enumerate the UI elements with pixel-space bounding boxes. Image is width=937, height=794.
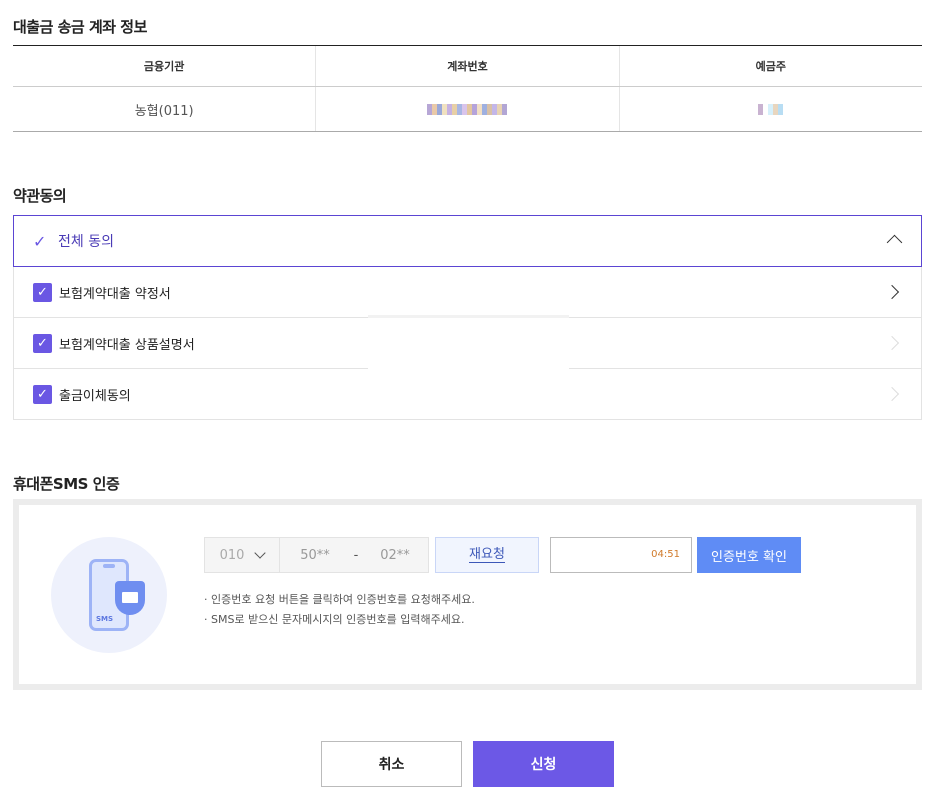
term-checkbox[interactable]: ✓ — [33, 282, 52, 302]
envelope-icon — [122, 592, 138, 603]
term-checkbox[interactable]: ✓ — [33, 333, 52, 353]
sms-section-title: 휴대폰SMS 인증 — [13, 475, 120, 493]
column-header: 금융기관 — [13, 46, 317, 86]
account-table-header: 금융기관 계좌번호 예금주 — [13, 46, 922, 87]
chevron-right-icon[interactable] — [884, 386, 900, 402]
phone-separator: - — [353, 547, 359, 563]
masked-account-number — [427, 103, 508, 115]
blank-overlay-panel — [368, 315, 569, 419]
terms-section-title: 약관동의 — [13, 187, 67, 205]
sms-note: · 인증번호 요청 버튼을 클릭하여 인증번호를 요청해주세요. — [204, 593, 475, 606]
term-item-loan-agreement[interactable]: ✓ 보험계약대출 약정서 — [13, 267, 922, 318]
chevron-up-icon[interactable] — [886, 234, 903, 251]
term-label: 보험계약대출 상품설명서 — [59, 337, 195, 353]
term-label: 보험계약대출 약정서 — [59, 286, 171, 302]
chevron-down-icon — [254, 547, 267, 559]
agree-all-label: 전체 동의 — [58, 234, 114, 250]
agree-all-toggle[interactable]: ✓ 전체 동의 — [13, 215, 922, 267]
term-checkbox[interactable]: ✓ — [33, 384, 52, 404]
institution-cell: 농협(011) — [13, 87, 317, 131]
sms-verification-panel: SMS 010 50** - 02** 재요청 04:51 인증번호 확인 · … — [13, 499, 922, 690]
masked-account-holder — [758, 103, 784, 115]
sms-notes: · 인증번호 요청 버튼을 클릭하여 인증번호를 요청해주세요. · SMS로 … — [204, 590, 475, 630]
chevron-right-icon[interactable] — [884, 335, 900, 351]
carrier-select[interactable]: 010 — [205, 538, 280, 572]
column-header: 계좌번호 — [316, 46, 620, 86]
phone-shield-icon: SMS — [51, 537, 167, 653]
confirm-code-button[interactable]: 인증번호 확인 — [697, 537, 801, 573]
account-section-title: 대출금 송금 계좌 정보 — [13, 18, 147, 36]
account-table: 금융기관 계좌번호 예금주 농협(011) — [13, 45, 922, 132]
chevron-right-icon[interactable] — [884, 284, 900, 300]
account-holder-cell — [620, 87, 922, 131]
carrier-value: 010 — [219, 547, 245, 563]
column-header: 예금주 — [755, 60, 786, 73]
check-icon: ✓ — [33, 231, 47, 251]
phone-last-field[interactable]: 02** — [362, 538, 428, 572]
account-table-row: 농협(011) — [13, 87, 922, 131]
verification-code-input[interactable]: 04:51 — [550, 537, 692, 573]
shield-icon — [115, 581, 145, 615]
resend-button[interactable]: 재요청 — [435, 537, 539, 573]
account-number-cell — [316, 87, 620, 131]
resend-label: 재요청 — [469, 547, 505, 563]
phone-number-group: 010 50** - 02** — [204, 537, 429, 573]
cancel-button[interactable]: 취소 — [321, 741, 462, 787]
term-label: 출금이체동의 — [59, 388, 131, 404]
phone-middle-field[interactable]: 50** — [280, 538, 350, 572]
terms-list: ✓ 전체 동의 ✓ 보험계약대출 약정서 ✓ 보험계약대출 상품설명서 ✓ 출금… — [13, 215, 922, 420]
sms-note: · SMS로 받으신 문자메시지의 인증번호를 입력해주세요. — [204, 613, 465, 626]
sms-illustration-text: SMS — [96, 615, 114, 623]
apply-button[interactable]: 신청 — [473, 741, 614, 787]
countdown-timer: 04:51 — [651, 549, 680, 560]
